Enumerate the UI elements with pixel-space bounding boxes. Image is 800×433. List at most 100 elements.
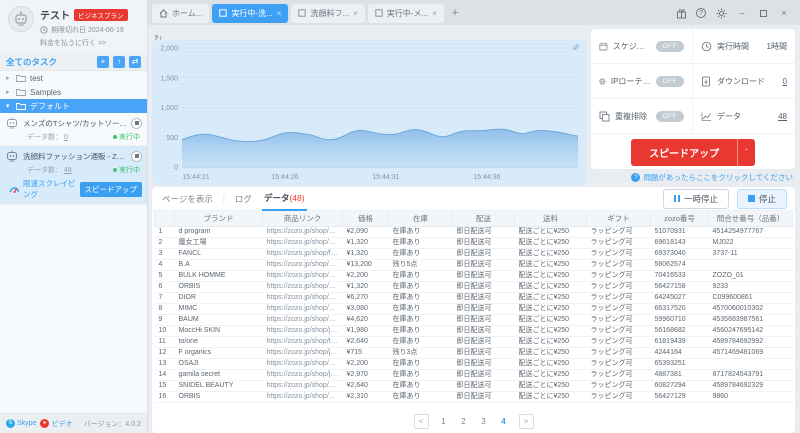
product-link-cell[interactable]: https://zozo.jp/shop/orbis/g... <box>262 391 343 403</box>
dedupe-off-pill[interactable]: OFF <box>655 110 684 122</box>
edit-icon[interactable]: ✎ <box>572 43 580 54</box>
new-tab-button[interactable]: + <box>447 7 463 19</box>
profile-section: テスト ビジネスプラン 期限切れ日 2024-06-19 料金を払うに行く >> <box>0 0 147 53</box>
task-data-count[interactable]: 48 <box>64 167 72 174</box>
schedule-off-pill[interactable]: OFF <box>655 40 684 52</box>
product-link-cell[interactable]: https://zozo.jp/shop/snidel... <box>262 380 343 392</box>
video-link[interactable]: ▸ ビデオ <box>40 419 72 429</box>
product-link-cell[interactable]: https://zozo.jp/shop/osajig... <box>262 358 343 370</box>
table-row[interactable]: 8MIMChttps://zozo.jp/shop/mimc/...¥3,080… <box>154 303 793 315</box>
tab-data[interactable]: データ(48) <box>261 187 307 211</box>
close-tab-icon[interactable]: × <box>353 9 358 18</box>
next-page-button[interactable]: > <box>518 413 534 429</box>
product-link-cell[interactable]: https://zozo.jp/shop/jattach... <box>262 347 343 359</box>
product-link-cell[interactable]: https://zozo.jp/shop/pola/g... <box>262 259 343 271</box>
caret-icon[interactable]: ▸ <box>6 74 12 82</box>
row-index-cell: 7 <box>154 292 175 304</box>
table-row[interactable]: 11to/onehttps://zozo.jp/shop/toone/...¥2… <box>154 336 793 348</box>
speedup-button[interactable]: スピードアップ ˇ <box>631 138 755 166</box>
delivery-cell: 即日配送可 <box>452 369 515 381</box>
skype-link[interactable]: S Skype <box>6 419 36 428</box>
chart-area-series <box>182 129 578 167</box>
product-link-cell[interactable]: https://zozo.jp/shop/dior/go... <box>262 292 343 304</box>
table-row[interactable]: 1d programhttps://zozo.jp/shop/watas...¥… <box>154 226 793 238</box>
add-task-icon[interactable]: + <box>97 55 109 68</box>
table-row[interactable]: 5BULK HOMMEhttps://zozo.jp/shop/bulkho..… <box>154 270 793 282</box>
task-speedup-button[interactable]: スピードアップ <box>79 181 142 197</box>
download-count-link[interactable]: 0 <box>783 77 787 86</box>
product-link-cell[interactable]: https://zozo.jp/shop/mimc/... <box>262 303 343 315</box>
pay-link[interactable]: 料金を払うに行く >> <box>40 38 139 48</box>
inquiry-number-cell: 4560247695142 <box>708 325 793 337</box>
tab-running-task-2[interactable]: 実行中-メ... × <box>367 3 444 23</box>
table-row[interactable]: 4B.Ahttps://zozo.jp/shop/pola/g...¥13,20… <box>154 259 793 271</box>
page-number-1[interactable]: 1 <box>439 417 449 426</box>
delivery-cell: 即日配送可 <box>452 380 515 392</box>
inquiry-number-cell: 4589784692992 <box>708 336 793 348</box>
task-data-count[interactable]: 0 <box>64 134 68 141</box>
speed-limit-label: 限速スクレイピング <box>23 179 76 199</box>
table-row[interactable]: 6ORBIShttps://zozo.jp/shop/orbis/g...¥1,… <box>154 281 793 293</box>
tab-home[interactable]: ホーム... <box>152 3 210 23</box>
trouble-help-link[interactable]: 問題があったらここをクリックしてください <box>643 172 793 183</box>
table-row[interactable]: 10MoccHi SKINhttps://zozo.jp/shop/jaywal… <box>154 325 793 337</box>
table-row[interactable]: 9BAUMhttps://zozo.jp/shop/watas...¥4,620… <box>154 314 793 326</box>
gift-icon[interactable] <box>675 7 687 19</box>
product-link-cell[interactable]: https://zozo.jp/shop/manyo... <box>262 237 343 249</box>
product-link-cell[interactable]: https://zozo.jp/shop/toone/... <box>262 336 343 348</box>
page-number-2[interactable]: 2 <box>459 417 469 426</box>
table-row[interactable]: 14 gamila secret https://zozo.jp/shop/jatt… <box>154 369 793 381</box>
table-row[interactable]: 2魔女工場https://zozo.jp/shop/manyo...¥1,320… <box>154 237 793 249</box>
stop-button[interactable]: 停止 <box>736 188 787 209</box>
speedup-caret-icon[interactable]: ˇ <box>737 138 755 166</box>
page-number-3[interactable]: 3 <box>479 417 489 426</box>
product-link-cell[interactable]: https://zozo.jp/shop/orbis/g... <box>262 281 343 293</box>
table-row[interactable]: 7DIORhttps://zozo.jp/shop/dior/go...¥6,2… <box>154 292 793 304</box>
task-item-1[interactable]: メンズのTシャツ/カットソーファッション... データ数： 0 実行中 <box>0 113 147 146</box>
prev-page-button[interactable]: < <box>413 413 429 429</box>
import-task-icon[interactable]: ↑ <box>113 55 125 68</box>
product-link-cell[interactable]: https://zozo.jp/shop/fancl/g... <box>262 248 343 260</box>
table-row[interactable]: 3FANCLhttps://zozo.jp/shop/fancl/g...¥1,… <box>154 248 793 260</box>
caret-icon[interactable]: ▸ <box>6 88 12 96</box>
table-row[interactable]: 16ORBIShttps://zozo.jp/shop/orbis/g...¥2… <box>154 391 793 403</box>
ip-rotation-off-pill[interactable]: OFF <box>655 75 684 87</box>
folder-item-test[interactable]: ▸ test <box>0 71 147 85</box>
tab-log[interactable]: ログ <box>233 188 254 210</box>
tab-running-task[interactable]: 実行中-洗... × <box>212 3 289 23</box>
gift-cell: ラッピング可 <box>586 303 651 315</box>
pagination: <1 2 3 4 > <box>152 409 795 433</box>
data-count-link[interactable]: 48 <box>778 112 787 121</box>
product-link-cell[interactable]: https://zozo.jp/shop/watas... <box>262 226 343 238</box>
folder-item-samples[interactable]: ▸ Samples <box>0 85 147 99</box>
pause-button[interactable]: 一時停止 <box>663 188 729 209</box>
page-number-4[interactable]: 4 <box>499 417 509 426</box>
sync-tasks-icon[interactable]: ⇄ <box>129 55 141 68</box>
close-icon[interactable]: × <box>778 7 790 19</box>
row-index-cell: 13 <box>154 358 175 370</box>
task-stop-button[interactable] <box>131 117 142 129</box>
task-item-2[interactable]: 洗顔料ファッション通販 - ZOZOTOWN-ス.. データ数： 48 実行中 … <box>0 146 147 205</box>
table-row[interactable]: 15 SNIDEL BEAUTY https://zozo.jp/shop/snid… <box>154 380 793 392</box>
help-icon[interactable]: ? <box>696 8 706 18</box>
product-link-cell[interactable]: https://zozo.jp/shop/bulkho... <box>262 270 343 282</box>
setting-label: データ <box>717 111 741 121</box>
restore-icon[interactable] <box>757 7 769 19</box>
task-stop-button[interactable] <box>131 150 142 162</box>
close-tab-icon[interactable]: × <box>432 9 437 18</box>
caret-icon[interactable]: ▾ <box>6 102 12 110</box>
product-link-cell[interactable]: https://zozo.jp/shop/jaywal... <box>262 325 343 337</box>
folder-item-default[interactable]: ▾ デフォルト <box>0 99 147 113</box>
gift-cell: ラッピング可 <box>586 358 651 370</box>
table-row[interactable]: 12F organicshttps://zozo.jp/shop/jattach… <box>154 347 793 359</box>
gift-cell: ラッピング可 <box>586 380 651 392</box>
gear-icon[interactable] <box>715 7 727 19</box>
minimize-icon[interactable]: – <box>736 7 748 19</box>
brand-cell: to/one <box>174 336 263 348</box>
tab-show-page[interactable]: ページを表示 <box>160 188 215 210</box>
table-row[interactable]: 13OSAJIhttps://zozo.jp/shop/osajig...¥2,… <box>154 358 793 370</box>
tab-task-detail[interactable]: 洗顔料フ... × <box>291 3 365 23</box>
product-link-cell[interactable]: https://zozo.jp/shop/watas... <box>262 314 343 326</box>
product-link-cell[interactable]: https://zozo.jp/shop/jattach... <box>262 369 343 381</box>
close-tab-icon[interactable]: × <box>277 9 282 18</box>
